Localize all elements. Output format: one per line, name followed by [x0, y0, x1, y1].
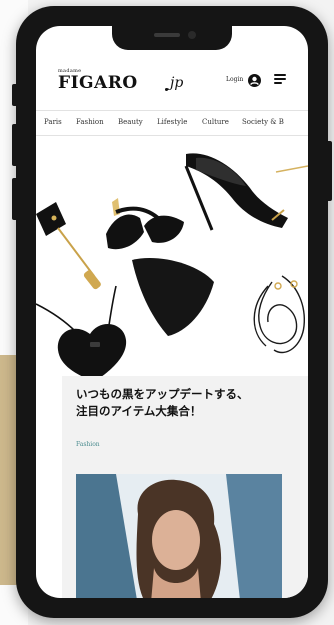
phone-camera	[188, 31, 196, 39]
phone-mockup: madame FIGARO jp Login Paris Fashion Bea…	[12, 6, 332, 618]
phone-notch	[112, 26, 232, 50]
logo-main-text: FIGARO	[58, 73, 138, 93]
pin-brooch-illustration	[36, 202, 101, 290]
logo-dot	[165, 88, 168, 91]
user-icon[interactable]	[248, 72, 261, 87]
category-nav: Paris Fashion Beauty Lifestyle Culture S…	[36, 110, 308, 136]
nav-item-society[interactable]: Society & B	[242, 118, 284, 126]
phone-volume-up-button	[12, 124, 18, 166]
article-headline[interactable]: いつもの黒をアップデートする、 注目のアイテム大集合！	[76, 386, 304, 420]
headline-line-2: 注目のアイテム大集合！	[76, 404, 202, 418]
heart-bag-illustration	[36, 285, 127, 382]
bikini-bottom-illustration	[132, 258, 214, 336]
bikini-top-illustration	[106, 198, 184, 250]
nav-item-fashion[interactable]: Fashion	[76, 118, 104, 126]
hero-image[interactable]	[36, 136, 308, 384]
phone-side-button	[12, 84, 18, 106]
necklace-illustration	[253, 275, 305, 354]
hamburger-menu-icon[interactable]	[274, 74, 286, 84]
phone-screen: madame FIGARO jp Login Paris Fashion Bea…	[36, 26, 308, 598]
article-thumbnail-image[interactable]	[76, 474, 282, 598]
site-header: madame FIGARO jp Login	[36, 60, 308, 104]
nav-item-lifestyle[interactable]: Lifestyle	[157, 118, 187, 126]
nav-item-beauty[interactable]: Beauty	[118, 118, 143, 126]
phone-volume-down-button	[12, 178, 18, 220]
phone-power-button	[326, 141, 332, 201]
headline-line-1: いつもの黒をアップデートする、	[76, 387, 249, 401]
nav-item-paris[interactable]: Paris	[44, 118, 62, 126]
article-category-tag[interactable]: Fashion	[76, 441, 100, 448]
phone-speaker	[154, 33, 180, 37]
high-heel-illustration	[184, 153, 308, 231]
login-link[interactable]: Login	[226, 76, 243, 83]
logo-suffix-text: jp	[170, 75, 184, 91]
nav-item-culture[interactable]: Culture	[202, 118, 229, 126]
article-card[interactable]: いつもの黒をアップデートする、 注目のアイテム大集合！ Fashion	[62, 376, 308, 598]
